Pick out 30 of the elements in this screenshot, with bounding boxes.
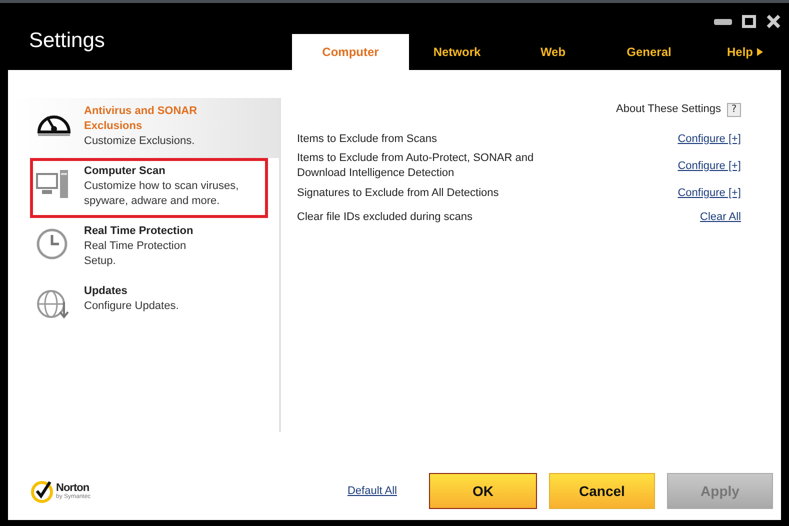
caret-icon	[757, 48, 763, 56]
dialog-button[interactable]: OK	[429, 473, 537, 509]
brand-name: Norton	[56, 482, 90, 494]
clock-icon	[36, 228, 68, 260]
sidebar-item[interactable]: Real Time Protection Real Time Protection Setup.	[8, 218, 279, 278]
setting-label: Items to Exclude from Auto-Protect, SONAR and Download Intelligence Detection	[297, 151, 535, 181]
setting-label: Items to Exclude from Scans	[297, 132, 437, 146]
tab[interactable]: General	[601, 34, 697, 70]
tab[interactable]: Network	[409, 34, 505, 70]
close-icon[interactable]	[766, 14, 781, 29]
default-all-link[interactable]: Default All	[347, 485, 397, 497]
dialog-button[interactable]: Cancel	[549, 473, 655, 509]
setting-link[interactable]: Clear All	[700, 211, 741, 223]
sidebar-item[interactable]: Computer Scan Customize how to scan viruses, spyware, adware and more.	[30, 158, 268, 218]
checkmark-logo-icon	[30, 479, 54, 503]
setting-link[interactable]: Configure [+]	[678, 133, 741, 145]
tab[interactable]: Help	[697, 34, 789, 70]
about-label: About These Settings	[616, 102, 721, 117]
sidebar-item[interactable]: Updates Configure Updates.	[8, 278, 279, 338]
setting-link[interactable]: Configure [+]	[678, 160, 741, 172]
help-button[interactable]: ?	[727, 102, 741, 116]
computer-icon	[36, 168, 70, 200]
tab[interactable]: Web	[505, 34, 601, 70]
window-title: Settings	[29, 29, 105, 53]
maximize-icon[interactable]	[742, 15, 756, 28]
setting-label: Clear file IDs excluded during scans	[297, 210, 472, 224]
minimize-icon[interactable]	[714, 18, 732, 24]
setting-label: Signatures to Exclude from All Detections	[297, 186, 499, 200]
setting-link[interactable]: Configure [+]	[678, 187, 741, 199]
globe-download-icon	[36, 288, 70, 320]
